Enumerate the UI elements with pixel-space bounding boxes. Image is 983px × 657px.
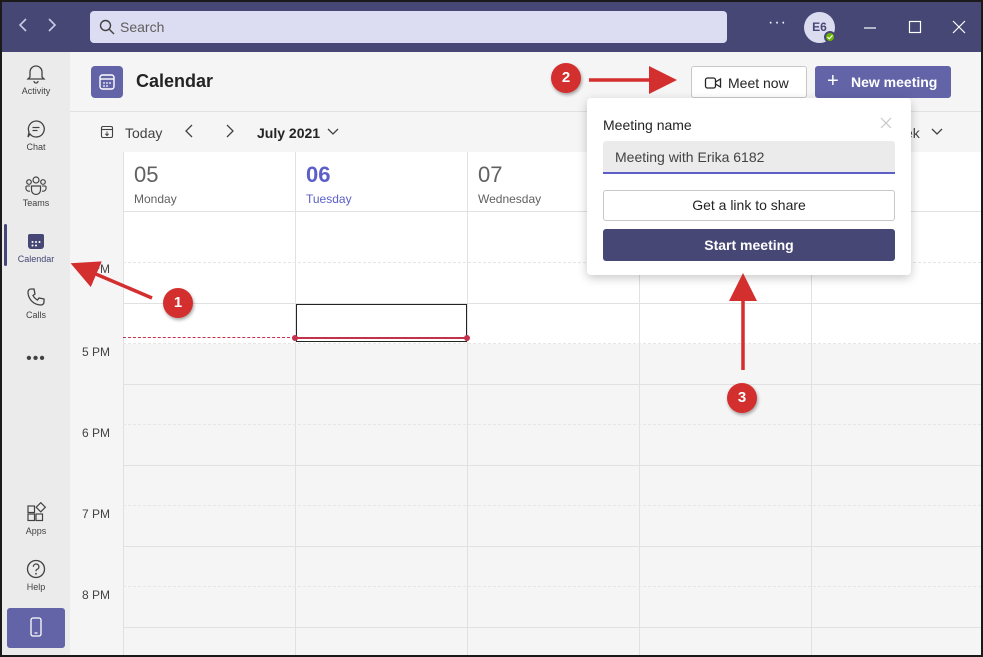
next-week-icon[interactable] bbox=[224, 122, 236, 145]
hour-line bbox=[123, 384, 981, 385]
previous-week-icon[interactable] bbox=[183, 122, 195, 145]
rail-label: Activity bbox=[21, 86, 51, 96]
new-meeting-button[interactable]: + New meeting bbox=[815, 66, 951, 98]
callout-badge-2: 2 bbox=[551, 63, 581, 93]
apps-icon bbox=[27, 502, 47, 522]
day-header[interactable]: 06 Tuesday bbox=[295, 152, 467, 212]
presence-badge bbox=[824, 31, 836, 43]
day-name: Monday bbox=[134, 192, 177, 206]
rail-label: Calls bbox=[25, 310, 46, 320]
rail-label: Apps bbox=[25, 526, 47, 536]
time-label: 4 PM bbox=[82, 262, 111, 276]
time-label: 8 PM bbox=[82, 588, 111, 602]
new-meeting-label: New meeting bbox=[851, 74, 938, 90]
search-box[interactable] bbox=[90, 11, 727, 43]
teams-icon bbox=[25, 176, 47, 196]
phone-icon bbox=[27, 288, 45, 306]
hour-line bbox=[123, 465, 981, 466]
more-apps-icon[interactable]: ••• bbox=[2, 350, 70, 368]
rail-item-calls[interactable]: Calls bbox=[2, 280, 70, 332]
search-icon bbox=[99, 19, 115, 35]
callout-badge-3: 3 bbox=[727, 383, 757, 413]
video-camera-icon bbox=[704, 77, 722, 89]
rail-label: Chat bbox=[26, 142, 46, 152]
page-title: Calendar bbox=[136, 71, 214, 91]
help-icon bbox=[26, 559, 46, 579]
half-hour-line bbox=[123, 343, 981, 344]
hour-line bbox=[123, 627, 981, 628]
day-name: Tuesday bbox=[306, 192, 352, 206]
popup-title: Meeting name bbox=[603, 117, 692, 133]
time-label: 7 PM bbox=[82, 507, 111, 521]
time-label: 6 PM bbox=[82, 426, 111, 440]
rail-item-activity[interactable]: Activity bbox=[2, 56, 70, 108]
hour-line bbox=[123, 303, 981, 304]
day-name: Wednesday bbox=[478, 192, 542, 206]
rail-item-help[interactable]: Help bbox=[2, 552, 70, 604]
day-column[interactable] bbox=[467, 212, 639, 655]
meet-now-label: Meet now bbox=[728, 75, 789, 91]
half-hour-line bbox=[123, 424, 981, 425]
close-icon[interactable] bbox=[879, 114, 893, 135]
rail-label: Teams bbox=[22, 198, 50, 208]
day-column[interactable] bbox=[811, 212, 981, 655]
search-input[interactable] bbox=[120, 11, 710, 43]
current-time-indicator-today bbox=[295, 337, 466, 339]
today-button[interactable]: Today bbox=[125, 125, 162, 141]
chevron-down-icon[interactable] bbox=[930, 127, 944, 137]
rail-item-apps[interactable]: Apps bbox=[2, 496, 70, 548]
maximize-icon[interactable] bbox=[903, 15, 927, 39]
meeting-name-input[interactable] bbox=[603, 141, 895, 174]
rail-item-calendar[interactable]: Calendar bbox=[2, 224, 70, 276]
rail-item-chat[interactable]: Chat bbox=[2, 112, 70, 164]
current-time-dot bbox=[292, 335, 298, 341]
rail-label: Help bbox=[26, 582, 46, 592]
meet-now-popup: Meeting name Get a link to share Start m… bbox=[587, 98, 911, 275]
hour-line bbox=[123, 546, 981, 547]
callout-badge-1: 1 bbox=[163, 288, 193, 318]
current-time-dot bbox=[464, 335, 470, 341]
minimize-icon[interactable] bbox=[858, 15, 882, 39]
current-time-indicator bbox=[123, 337, 295, 338]
day-header[interactable]: 05 Monday bbox=[123, 152, 295, 212]
day-number: 06 bbox=[306, 162, 331, 187]
chat-icon bbox=[27, 120, 45, 138]
calendar-app-icon bbox=[91, 66, 123, 98]
day-number: 05 bbox=[134, 162, 159, 187]
more-options-icon[interactable]: ··· bbox=[768, 14, 787, 32]
mobile-app-button[interactable] bbox=[7, 608, 65, 648]
start-meeting-button[interactable]: Start meeting bbox=[603, 229, 895, 261]
half-hour-line bbox=[123, 586, 981, 587]
title-bar: ··· E6 bbox=[2, 2, 981, 52]
back-arrow-icon[interactable] bbox=[13, 15, 33, 39]
day-number: 07 bbox=[478, 162, 503, 187]
plus-icon: + bbox=[827, 70, 839, 92]
forward-arrow-icon[interactable] bbox=[42, 15, 62, 39]
month-selector[interactable]: July 2021 bbox=[257, 125, 320, 141]
teams-window: ··· E6 Activity Chat Teams bbox=[0, 0, 983, 657]
app-rail: Activity Chat Teams Calendar Calls ••• A… bbox=[2, 52, 70, 655]
rail-item-teams[interactable]: Teams bbox=[2, 168, 70, 220]
close-window-icon[interactable] bbox=[947, 15, 971, 39]
day-column[interactable] bbox=[123, 212, 295, 655]
bell-icon bbox=[26, 65, 46, 84]
calendar-icon bbox=[28, 234, 44, 249]
meet-now-button[interactable]: Meet now bbox=[691, 66, 807, 98]
rail-label: Calendar bbox=[17, 254, 55, 264]
day-column[interactable] bbox=[295, 212, 467, 655]
mobile-icon bbox=[30, 617, 42, 637]
time-label: 5 PM bbox=[82, 345, 111, 359]
half-hour-line bbox=[123, 505, 981, 506]
get-link-button[interactable]: Get a link to share bbox=[603, 190, 895, 221]
today-icon[interactable] bbox=[100, 125, 114, 139]
day-column[interactable] bbox=[639, 212, 811, 655]
chevron-down-icon[interactable] bbox=[326, 127, 340, 137]
